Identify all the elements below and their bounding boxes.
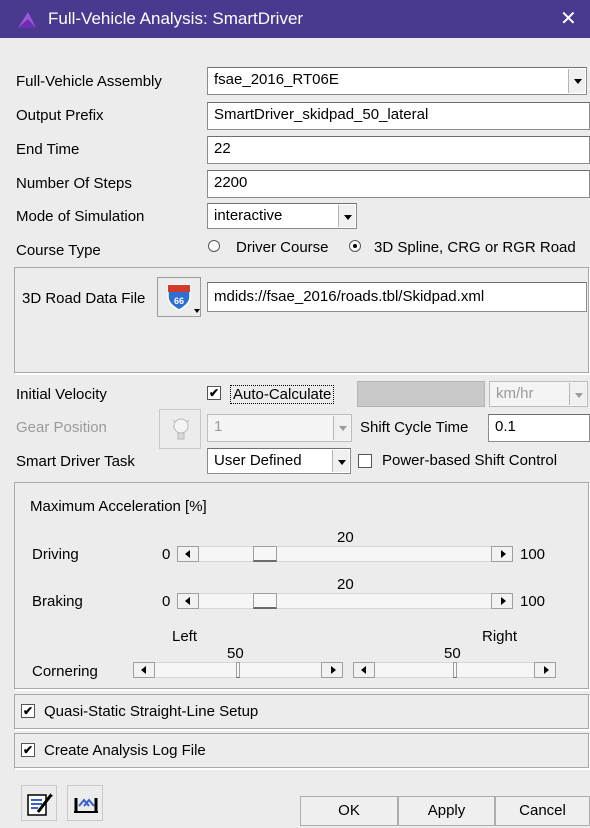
lightbulb-icon	[172, 418, 190, 440]
gear-position-dropdown[interactable]: 1	[207, 414, 352, 442]
cornering-right-label: Right	[482, 628, 518, 645]
cancel-button[interactable]: Cancel	[495, 796, 590, 826]
output-prefix-input[interactable]: SmartDriver_skidpad_50_lateral	[207, 102, 590, 130]
end-time-input[interactable]: 22	[207, 136, 590, 164]
apply-button[interactable]: Apply	[398, 796, 495, 826]
road-file-label: 3D Road Data File	[22, 290, 146, 307]
driving-right-arrow[interactable]	[491, 546, 513, 562]
cornering-label: Cornering	[32, 663, 98, 680]
browse-road-button[interactable]: 66	[157, 277, 201, 317]
driving-max: 100	[520, 546, 546, 563]
road-file-input[interactable]: mdids://fsae_2016/roads.tbl/Skidpad.xml	[207, 282, 587, 312]
end-time-label: End Time	[16, 141, 80, 158]
braking-min: 0	[162, 593, 171, 610]
quasi-static-checkbox[interactable]: ✔	[21, 704, 35, 718]
mode-value: interactive	[214, 207, 283, 224]
plot-arrows-icon	[74, 798, 98, 813]
radio-3d-spline-label: 3D Spline, CRG or RGR Road	[374, 239, 576, 256]
quasi-static-label: Quasi-Static Straight-Line Setup	[44, 703, 259, 720]
chevron-down-icon[interactable]	[333, 416, 350, 440]
power-shift-label: Power-based Shift Control	[382, 452, 558, 469]
num-steps-input[interactable]: 2200	[207, 170, 590, 198]
measure-button[interactable]	[67, 785, 103, 821]
cornering-right-slider-right-arrow[interactable]	[534, 662, 556, 678]
radio-driver-course-label: Driver Course	[236, 239, 329, 256]
close-icon[interactable]: ✕	[560, 6, 577, 31]
cornering-right-slider-thumb[interactable]	[452, 662, 457, 678]
chevron-down-icon[interactable]	[569, 383, 586, 405]
output-prefix-label: Output Prefix	[16, 107, 104, 124]
cornering-right-slider-left-arrow[interactable]	[353, 662, 375, 678]
braking-right-arrow[interactable]	[491, 593, 513, 609]
driving-left-arrow[interactable]	[177, 546, 199, 562]
braking-slider-thumb[interactable]	[252, 593, 277, 609]
radio-3d-spline[interactable]	[349, 240, 361, 252]
velocity-unit-value: km/hr	[496, 385, 534, 402]
course-type-label: Course Type	[16, 242, 101, 259]
auto-calculate-label: Auto-Calculate	[230, 385, 335, 404]
radio-driver-course[interactable]	[208, 240, 220, 252]
initial-velocity-input[interactable]	[357, 381, 485, 407]
auto-calculate-checkbox[interactable]: ✔	[207, 386, 221, 400]
task-value: User Defined	[214, 452, 302, 469]
braking-max: 100	[520, 593, 546, 610]
cornering-left-slider-thumb[interactable]	[236, 662, 240, 678]
gear-lightbulb-button[interactable]	[159, 409, 201, 449]
cornering-left-slider-right-arrow[interactable]	[321, 662, 343, 678]
braking-label: Braking	[32, 593, 83, 610]
assembly-label: Full-Vehicle Assembly	[16, 73, 162, 90]
notepad-edit-icon	[27, 793, 53, 816]
shield-number: 66	[174, 296, 184, 306]
velocity-unit-dropdown[interactable]: km/hr	[489, 381, 588, 407]
task-label: Smart Driver Task	[16, 453, 135, 470]
ok-button[interactable]: OK	[300, 796, 398, 826]
mode-label: Mode of Simulation	[16, 208, 145, 225]
driving-min: 0	[162, 546, 171, 563]
chevron-down-icon[interactable]	[332, 450, 349, 472]
cornering-right-value: 50	[444, 645, 461, 662]
notepad-button[interactable]	[21, 785, 57, 821]
chevron-down-icon[interactable]	[338, 205, 355, 227]
chevron-down-icon[interactable]	[568, 69, 585, 93]
mode-dropdown[interactable]: interactive	[207, 203, 357, 229]
assembly-value: fsae_2016_RT06E	[214, 71, 339, 88]
driving-value: 20	[337, 529, 354, 546]
assembly-dropdown[interactable]: fsae_2016_RT06E	[207, 67, 587, 95]
highway-shield-icon: 66	[167, 284, 191, 311]
power-shift-checkbox[interactable]	[358, 454, 372, 468]
title-bar: Full-Vehicle Analysis: SmartDriver ✕	[0, 0, 590, 38]
gear-position-value: 1	[214, 418, 223, 435]
braking-slider-track[interactable]	[177, 593, 513, 609]
driving-slider-track[interactable]	[177, 546, 513, 562]
cornering-left-label: Left	[172, 628, 198, 645]
braking-left-arrow[interactable]	[177, 593, 199, 609]
menu-arrow-icon	[194, 309, 200, 313]
window-title: Full-Vehicle Analysis: SmartDriver	[48, 9, 304, 28]
initial-velocity-label: Initial Velocity	[16, 386, 107, 403]
app-logo-icon	[18, 12, 36, 28]
log-file-checkbox[interactable]: ✔	[21, 743, 35, 757]
cornering-left-value: 50	[227, 645, 244, 662]
driving-slider-thumb[interactable]	[252, 546, 277, 562]
gear-position-label: Gear Position	[16, 419, 107, 436]
shift-cycle-input[interactable]: 0.1	[488, 414, 590, 442]
num-steps-label: Number Of Steps	[16, 175, 132, 192]
braking-value: 20	[337, 576, 354, 593]
task-dropdown[interactable]: User Defined	[207, 448, 351, 474]
shift-cycle-label: Shift Cycle Time	[360, 419, 469, 436]
cornering-left-slider-left-arrow[interactable]	[133, 662, 155, 678]
log-file-label: Create Analysis Log File	[44, 742, 206, 759]
max-accel-title: Maximum Acceleration [%]	[30, 498, 207, 515]
driving-label: Driving	[32, 546, 79, 563]
